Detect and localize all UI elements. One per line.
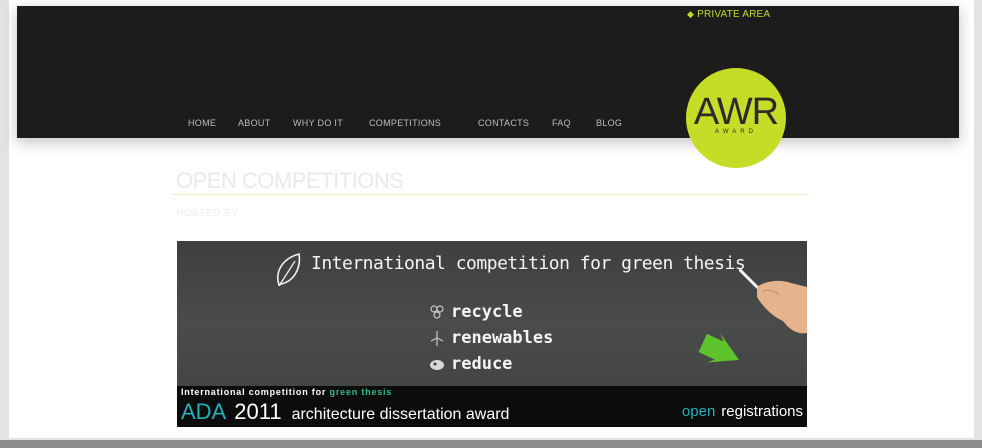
tagline-green-text: green thesis xyxy=(329,387,393,397)
private-area-label: PRIVATE AREA xyxy=(697,9,771,20)
bullet-icon: ◆ xyxy=(687,9,695,19)
awr-logo[interactable]: AWR AWARD xyxy=(686,68,786,168)
title-divider xyxy=(172,194,808,195)
competition-banner[interactable]: International competition for green thes… xyxy=(177,241,807,427)
ada-year: 2011 xyxy=(234,399,282,424)
tagline-text: International competition for xyxy=(181,387,330,397)
banner-list: recycle renewables reduce xyxy=(429,299,553,377)
list-item-recycle: recycle xyxy=(429,299,553,325)
site-header: ◆ PRIVATE AREA HOME ABOUT WHY DO IT COMPE… xyxy=(17,6,959,138)
banner-tagline: International competition for green thes… xyxy=(181,387,392,397)
ada-code: ADA xyxy=(181,399,227,424)
list-item-renewables: renewables xyxy=(429,325,553,351)
list-item-reduce: reduce xyxy=(429,351,553,377)
banner-headline: International competition for green thes… xyxy=(311,253,746,274)
list-item-label: renewables xyxy=(451,328,554,348)
list-item-label: reduce xyxy=(451,354,513,374)
nav-home[interactable]: HOME xyxy=(188,118,216,128)
logo-sub-text: AWARD xyxy=(715,129,757,135)
hand-with-chalk-icon xyxy=(739,269,807,334)
wind-turbine-icon xyxy=(430,331,444,346)
nav-faq[interactable]: FAQ xyxy=(552,118,571,128)
nav-about[interactable]: ABOUT xyxy=(238,118,271,128)
green-arrow-icon xyxy=(698,333,740,363)
nav-blog[interactable]: BLOG xyxy=(596,118,622,128)
open-registrations: open registrations xyxy=(682,403,803,420)
globe-icon xyxy=(430,360,444,370)
private-area-link[interactable]: ◆ PRIVATE AREA xyxy=(687,9,770,20)
page-subtitle: HOSTED BY xyxy=(176,208,239,219)
nav-why-do-it[interactable]: WHY DO IT xyxy=(293,118,343,128)
ada-line: ADA 2011 architecture dissertation award xyxy=(181,399,509,425)
recycle-icon xyxy=(430,305,444,319)
registrations-label: registrations xyxy=(721,403,803,420)
logo-main-text: AWR xyxy=(693,91,779,133)
leaf-icon xyxy=(277,252,301,287)
ada-title: architecture dissertation award xyxy=(291,406,510,423)
banner-footer: International competition for green thes… xyxy=(177,386,807,427)
bottom-strip xyxy=(0,440,982,448)
nav-contacts[interactable]: CONTACTS xyxy=(478,118,529,128)
page-title: OPEN COMPETITIONS xyxy=(176,168,404,193)
list-item-label: recycle xyxy=(451,302,523,322)
open-label: open xyxy=(681,403,716,420)
nav-competitions[interactable]: COMPETITIONS xyxy=(369,118,441,128)
